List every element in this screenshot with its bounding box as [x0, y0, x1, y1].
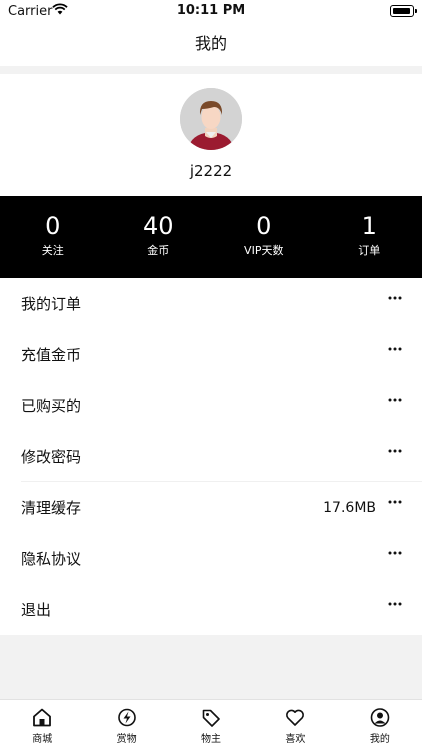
- profile-section: j2222: [0, 74, 422, 196]
- stat-label: 订单: [358, 244, 381, 257]
- stat-value: 0: [256, 212, 272, 240]
- menu-item-recharge-coins[interactable]: 充值金币: [0, 329, 422, 380]
- status-bar: Carrier 10:11 PM: [0, 0, 422, 24]
- home-icon: [33, 708, 52, 727]
- nav-bar: 我的: [0, 24, 422, 66]
- cache-size: 17.6MB: [323, 499, 376, 516]
- menu-item-label: 充值金币: [21, 346, 82, 364]
- lightning-icon: [117, 708, 136, 727]
- tab-label: 商城: [32, 734, 53, 745]
- stat-label: VIP天数: [244, 244, 284, 257]
- heart-icon: [286, 709, 305, 726]
- username: j2222: [189, 162, 233, 180]
- menu-item-purchased[interactable]: 已购买的: [0, 380, 422, 431]
- more-icon: [388, 347, 402, 351]
- battery-icon: [390, 5, 417, 17]
- stat-following[interactable]: 0 关注: [0, 196, 106, 278]
- menu-item-label: 我的订单: [21, 295, 82, 313]
- page-title: 我的: [194, 34, 227, 53]
- tab-label: 物主: [201, 734, 222, 745]
- stats-bar: 0 关注 40 金币 0 VIP天数 1 订单: [0, 196, 422, 278]
- tag-icon: [202, 709, 220, 727]
- menu-item-logout[interactable]: 退出: [0, 584, 422, 635]
- avatar[interactable]: [180, 88, 242, 150]
- tab-mine[interactable]: 我的: [338, 700, 422, 750]
- more-icon: [388, 398, 402, 402]
- more-icon: [388, 500, 402, 504]
- avatar-image: [180, 88, 242, 150]
- stat-value: 40: [142, 212, 174, 240]
- tab-favorites[interactable]: 喜欢: [253, 700, 337, 750]
- more-icon: [388, 602, 402, 606]
- more-icon: [388, 449, 402, 453]
- stat-label: 金币: [147, 244, 170, 257]
- more-icon: [388, 296, 402, 300]
- stat-vip-days[interactable]: 0 VIP天数: [211, 196, 317, 278]
- stat-orders[interactable]: 1 订单: [317, 196, 422, 278]
- menu-item-my-orders[interactable]: 我的订单: [0, 278, 422, 329]
- menu-item-label: 已购买的: [21, 397, 82, 415]
- tab-owner[interactable]: 物主: [169, 700, 253, 750]
- menu-item-clear-cache[interactable]: 清理缓存 17.6MB: [0, 482, 422, 533]
- clock: 10:11 PM: [176, 3, 246, 18]
- menu-item-label: 修改密码: [21, 448, 82, 466]
- menu-item-label: 退出: [21, 601, 52, 619]
- menu-item-change-password[interactable]: 修改密码: [0, 431, 422, 482]
- user-icon: [370, 708, 390, 727]
- tab-mall[interactable]: 商城: [0, 700, 84, 750]
- stat-value: 0: [45, 212, 61, 240]
- tab-reward[interactable]: 赏物: [84, 700, 168, 750]
- menu-item-privacy-policy[interactable]: 隐私协议: [0, 533, 422, 584]
- tab-label: 喜欢: [285, 734, 306, 745]
- tab-label: 我的: [369, 734, 390, 745]
- stat-coins[interactable]: 40 金币: [106, 196, 212, 278]
- tab-bar: 商城 赏物 物主 喜欢 我的: [0, 699, 422, 750]
- more-icon: [388, 551, 402, 555]
- tab-label: 赏物: [116, 734, 137, 745]
- menu-item-label: 清理缓存: [21, 499, 82, 517]
- stat-value: 1: [361, 212, 377, 240]
- menu-item-label: 隐私协议: [21, 550, 82, 568]
- menu-list: 我的订单 充值金币 已购买的 修改密码 清理缓存 17.6MB 隐私协议 退出: [0, 278, 422, 635]
- stat-label: 关注: [41, 244, 64, 257]
